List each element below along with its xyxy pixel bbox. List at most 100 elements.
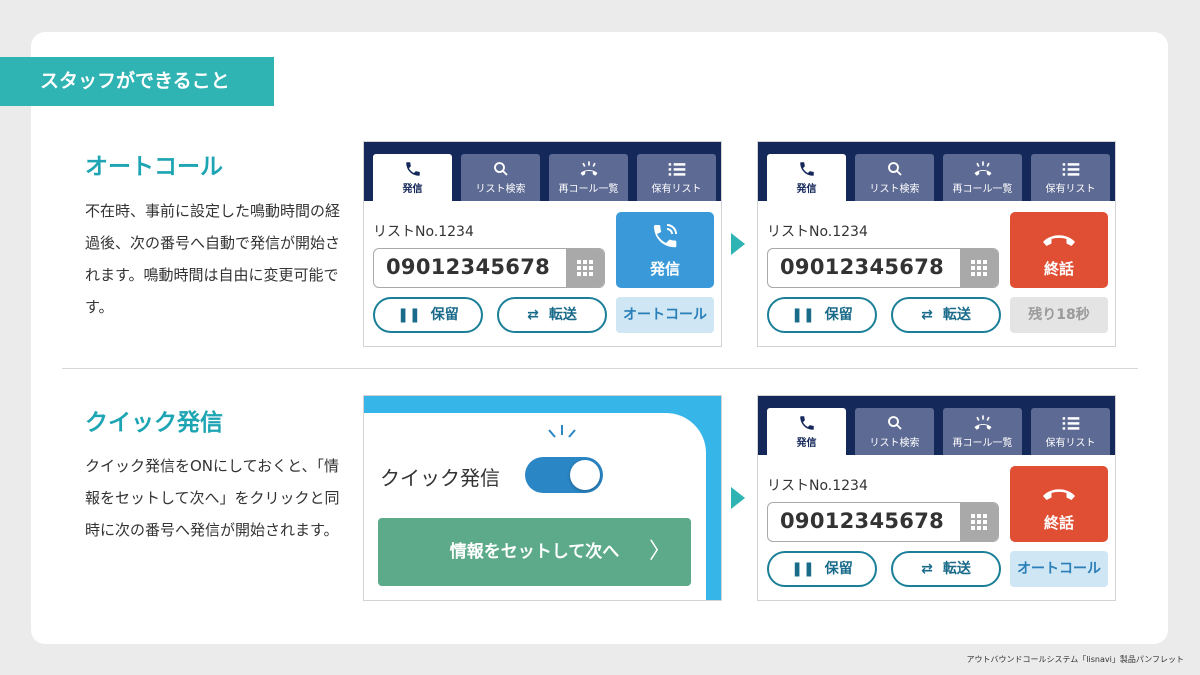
keypad-icon[interactable] <box>960 249 998 287</box>
phone-icon <box>767 160 846 178</box>
transfer-icon: ⇄ <box>527 307 539 323</box>
search-icon <box>855 160 934 178</box>
list-number: リストNo.1234 <box>767 224 868 240</box>
autocall-button[interactable]: オートコール <box>616 297 714 333</box>
footer-caption: アウトバウンドコールシステム「lisnavi」製品パンフレット <box>966 655 1184 664</box>
tab-list-search[interactable]: リスト検索 <box>461 154 540 201</box>
tab-label: 発信 <box>402 184 423 195</box>
quick-call-inner: クイック発信 情報をセットして次へ 〉 <box>364 413 706 600</box>
tab-label: 発信 <box>796 184 817 195</box>
recall-icon <box>943 414 1022 432</box>
recall-icon <box>549 160 628 178</box>
list-icon <box>1031 160 1110 178</box>
tab-label: リスト検索 <box>475 184 526 195</box>
hold-label: 保留 <box>824 561 853 577</box>
tab-bar: 発信 リスト検索 再コール一覧 保有リスト <box>758 396 1115 455</box>
phone-number: 09012345678 <box>386 255 551 279</box>
hold-label: 保留 <box>430 307 459 323</box>
call-button[interactable]: 発信 <box>616 212 714 288</box>
phone-number-field[interactable]: 09012345678 <box>767 248 999 288</box>
transfer-button[interactable]: ⇄ 転送 <box>891 551 1001 587</box>
autocall-description: 不在時、事前に設定した鳴動時間の経過後、次の番号へ自動で発信が開始されます。鳴動… <box>85 202 341 316</box>
tab-label: 発信 <box>796 438 817 449</box>
quick-call-label: クイック発信 <box>380 466 500 490</box>
toggle-knob <box>570 460 600 490</box>
tab-recall-list[interactable]: 再コール一覧 <box>549 154 628 201</box>
section-banner: スタッフができること <box>0 57 274 106</box>
tab-label: リスト検索 <box>869 184 920 195</box>
transfer-label: 転送 <box>942 307 971 323</box>
transfer-label: 転送 <box>942 561 971 577</box>
tab-bar: 発信 リスト検索 再コール一覧 保有リスト <box>758 142 1115 201</box>
tab-list-search[interactable]: リスト検索 <box>855 408 934 455</box>
remaining-time-badge: 残り18秒 <box>1010 297 1108 333</box>
hold-button[interactable]: ❚❚ 保留 <box>767 297 877 333</box>
transfer-label: 転送 <box>548 307 577 323</box>
phone-number-field[interactable]: 09012345678 <box>373 248 605 288</box>
phone-panel-quick-in-call: 発信 リスト検索 再コール一覧 保有リスト リストNo.1234 0901234… <box>757 395 1116 601</box>
tab-label: リスト検索 <box>869 438 920 449</box>
quick-call-toggle[interactable] <box>525 457 603 493</box>
tab-call[interactable]: 発信 <box>767 154 846 201</box>
tab-held-list[interactable]: 保有リスト <box>1031 408 1110 455</box>
tab-call[interactable]: 発信 <box>373 154 452 201</box>
tab-call[interactable]: 発信 <box>767 408 846 455</box>
tab-label: 保有リスト <box>1045 184 1096 195</box>
transfer-icon: ⇄ <box>921 561 933 577</box>
section-divider <box>62 368 1138 369</box>
tab-label: 保有リスト <box>651 184 702 195</box>
arrow-right-icon <box>731 487 745 509</box>
tab-list-search[interactable]: リスト検索 <box>855 154 934 201</box>
autocall-title: オートコール <box>85 154 223 180</box>
search-icon <box>461 160 540 178</box>
tab-recall-list[interactable]: 再コール一覧 <box>943 154 1022 201</box>
tab-recall-list[interactable]: 再コール一覧 <box>943 408 1022 455</box>
hold-label: 保留 <box>824 307 853 323</box>
list-icon <box>637 160 716 178</box>
transfer-icon: ⇄ <box>921 307 933 323</box>
quick-call-panel: クイック発信 情報をセットして次へ 〉 <box>363 395 722 601</box>
hang-up-icon <box>1010 476 1108 508</box>
list-icon <box>1031 414 1110 432</box>
tab-label: 再コール一覧 <box>952 184 1013 195</box>
quickcall-title: クイック発信 <box>85 410 223 436</box>
list-number: リストNo.1234 <box>767 478 868 494</box>
end-call-button[interactable]: 終話 <box>1010 212 1108 288</box>
end-call-label: 終話 <box>1043 514 1074 532</box>
hang-up-icon <box>1010 222 1108 254</box>
transfer-button[interactable]: ⇄ 転送 <box>891 297 1001 333</box>
tab-held-list[interactable]: 保有リスト <box>637 154 716 201</box>
arrow-right-icon <box>731 233 745 255</box>
tab-label: 再コール一覧 <box>952 438 1013 449</box>
hold-button[interactable]: ❚❚ 保留 <box>767 551 877 587</box>
keypad-icon[interactable] <box>960 503 998 541</box>
end-call-label: 終話 <box>1043 260 1074 278</box>
pause-icon: ❚❚ <box>397 307 421 323</box>
phone-number: 09012345678 <box>780 509 945 533</box>
list-number: リストNo.1234 <box>373 224 474 240</box>
set-and-next-label: 情報をセットして次へ <box>449 542 620 562</box>
tab-label: 保有リスト <box>1045 438 1096 449</box>
tab-bar: 発信 リスト検索 再コール一覧 保有リスト <box>364 142 721 201</box>
phone-number: 09012345678 <box>780 255 945 279</box>
quickcall-description: クイック発信をONにしておくと、「情報をセットして次へ」をクリックと同時に次の番… <box>85 457 340 539</box>
search-icon <box>855 414 934 432</box>
end-call-button[interactable]: 終話 <box>1010 466 1108 542</box>
phone-panel-dialing: 発信 リスト検索 再コール一覧 保有リスト リストNo.1234 0901234… <box>363 141 722 347</box>
phone-number-field[interactable]: 09012345678 <box>767 502 999 542</box>
pause-icon: ❚❚ <box>791 561 815 577</box>
set-and-next-button[interactable]: 情報をセットして次へ 〉 <box>378 518 691 586</box>
autocall-button[interactable]: オートコール <box>1010 551 1108 587</box>
call-button-label: 発信 <box>649 260 680 278</box>
phone-icon <box>767 414 846 432</box>
chevron-right-icon: 〉 <box>648 539 671 564</box>
recall-icon <box>943 160 1022 178</box>
tab-label: 再コール一覧 <box>558 184 619 195</box>
spark-icon <box>548 425 576 438</box>
hold-button[interactable]: ❚❚ 保留 <box>373 297 483 333</box>
keypad-icon[interactable] <box>566 249 604 287</box>
pause-icon: ❚❚ <box>791 307 815 323</box>
tab-held-list[interactable]: 保有リスト <box>1031 154 1110 201</box>
transfer-button[interactable]: ⇄ 転送 <box>497 297 607 333</box>
phone-ringing-icon <box>616 222 714 254</box>
